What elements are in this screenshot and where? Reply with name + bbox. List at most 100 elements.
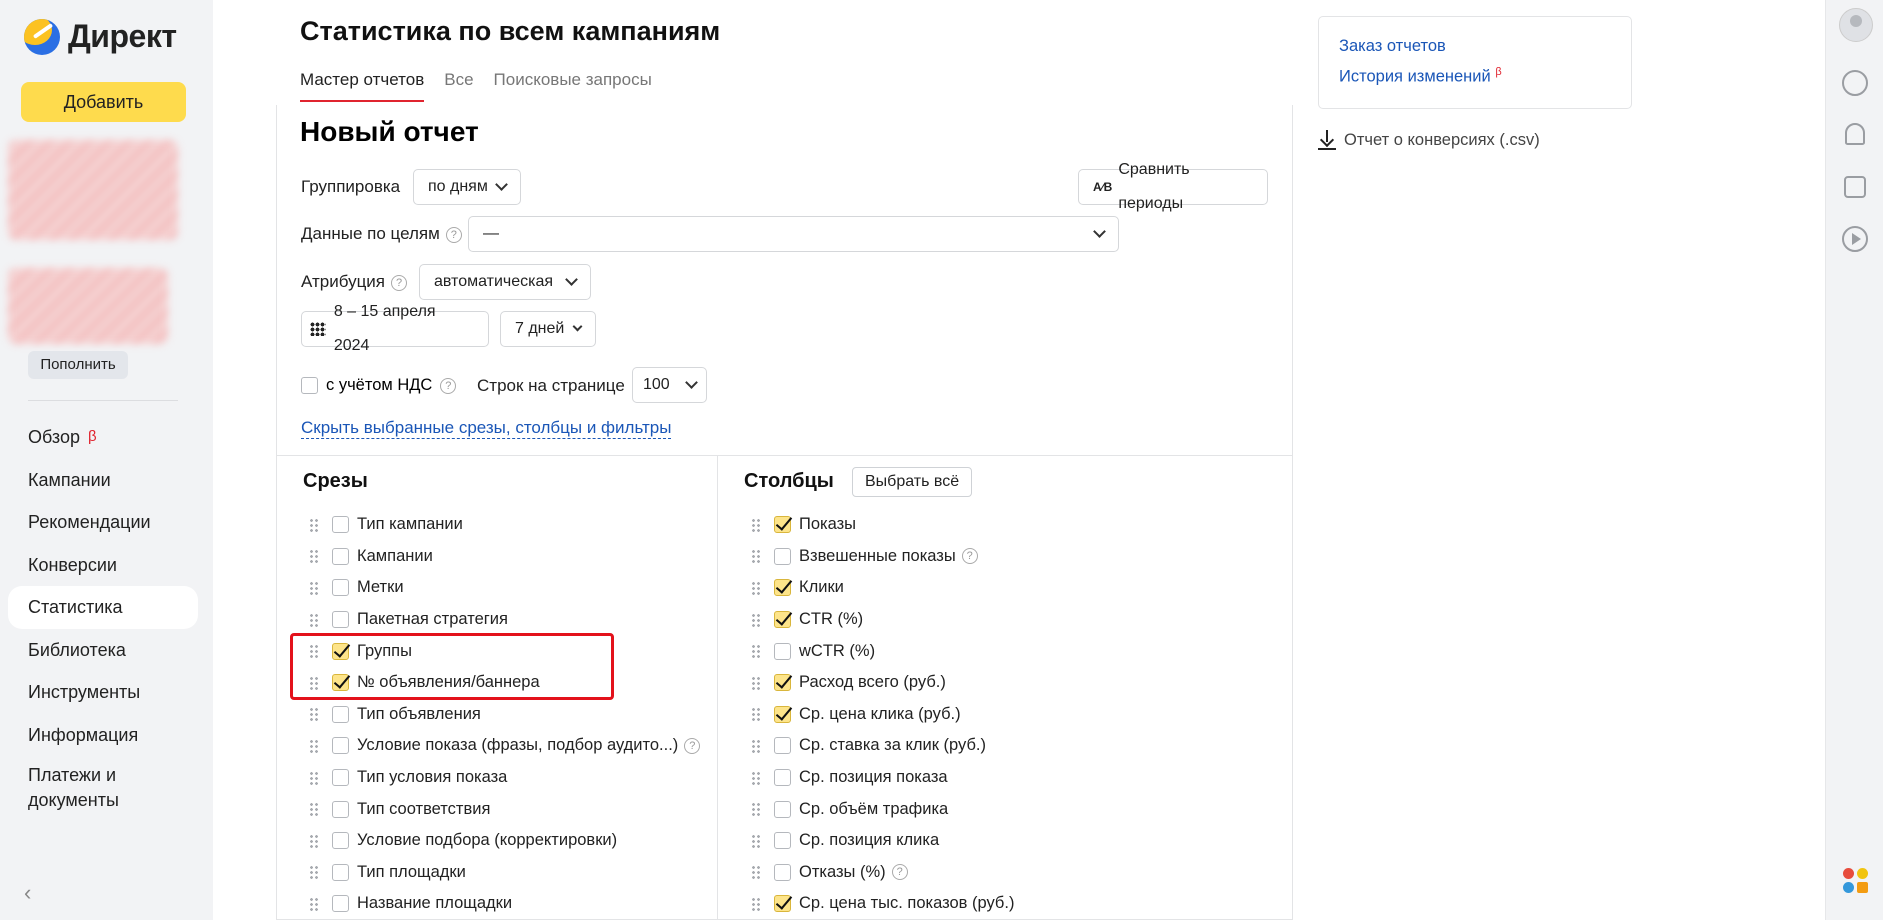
column-row[interactable]: Ср. цена тыс. показов (руб.) [751,888,1171,920]
drag-handle-icon[interactable] [309,517,318,532]
tab-report-wizard[interactable]: Мастер отчетов [300,70,425,102]
order-reports-link[interactable]: Заказ отчетов [1339,37,1611,56]
history-link[interactable]: История изменений β [1339,66,1611,87]
date-range-picker[interactable]: 8 – 15 апреля 2024 [301,303,489,354]
slice-checkbox[interactable] [332,547,349,565]
drag-handle-icon[interactable] [309,707,318,722]
drag-handle-icon[interactable] [309,738,318,753]
column-checkbox[interactable] [774,800,791,818]
column-row[interactable]: wCTR (%) [751,635,1171,667]
conversions-csv-link[interactable]: Отчет о конверсиях (.csv) [1318,130,1540,150]
drag-handle-icon[interactable] [751,802,760,817]
slice-row[interactable]: Тип соответствия [309,793,729,825]
slice-checkbox[interactable] [332,579,349,597]
sidebar-item-conversions[interactable]: Конверсии [8,544,198,587]
slice-checkbox[interactable] [332,832,349,850]
column-row[interactable]: Клики [751,572,1171,604]
collapse-sidebar-icon[interactable]: ‹ [24,880,31,906]
column-row[interactable]: Ср. ставка за клик (руб.) [751,730,1171,762]
drag-handle-icon[interactable] [751,865,760,880]
logo[interactable]: Директ [24,18,177,55]
drag-handle-icon[interactable] [751,675,760,690]
drag-handle-icon[interactable] [309,580,318,595]
slice-row[interactable]: Метки [309,572,729,604]
bell-icon[interactable] [1845,123,1865,145]
slice-checkbox[interactable] [332,769,349,787]
drag-handle-icon[interactable] [751,580,760,595]
drag-handle-icon[interactable] [309,802,318,817]
tab-search-queries[interactable]: Поисковые запросы [494,70,652,102]
add-button[interactable]: Добавить [21,82,186,122]
column-checkbox[interactable] [774,895,791,913]
column-checkbox[interactable] [774,674,791,692]
column-checkbox[interactable] [774,737,791,755]
column-checkbox[interactable] [774,642,791,660]
slice-row[interactable]: Кампании [309,541,729,573]
sidebar-item-library[interactable]: Библиотека [8,629,198,672]
drag-handle-icon[interactable] [309,865,318,880]
column-checkbox[interactable] [774,769,791,787]
help-icon[interactable]: ? [684,737,701,754]
help-icon[interactable]: ? [440,377,457,394]
period-select[interactable]: 7 дней [500,311,596,347]
help-icon[interactable]: ? [961,548,978,565]
sidebar-item-recommendations[interactable]: Рекомендации [8,501,198,544]
hide-selected-link[interactable]: Скрыть выбранные срезы, столбцы и фильтр… [301,418,672,439]
column-checkbox[interactable] [774,611,791,629]
slice-checkbox[interactable] [332,516,349,534]
column-row[interactable]: Расход всего (руб.) [751,667,1171,699]
column-row[interactable]: Отказы (%)? [751,857,1171,889]
drag-handle-icon[interactable] [309,549,318,564]
slice-checkbox[interactable] [332,705,349,723]
column-row[interactable]: Показы [751,509,1171,541]
slice-checkbox[interactable] [332,895,349,913]
slice-checkbox[interactable] [332,800,349,818]
drag-handle-icon[interactable] [309,833,318,848]
slice-row[interactable]: Пакетная стратегия [309,604,729,636]
drag-handle-icon[interactable] [751,738,760,753]
help-icon[interactable]: ? [445,226,462,243]
column-row[interactable]: Ср. позиция показа [751,762,1171,794]
column-row[interactable]: Взвешенные показы? [751,541,1171,573]
column-row[interactable]: Ср. объём трафика [751,793,1171,825]
slice-checkbox[interactable] [332,611,349,629]
slice-row[interactable]: Тип объявления [309,699,729,731]
slice-row[interactable]: Название площадки [309,888,729,920]
column-checkbox[interactable] [774,863,791,881]
like-icon[interactable] [1844,176,1866,198]
topup-button[interactable]: Пополнить [28,351,128,379]
drag-handle-icon[interactable] [751,644,760,659]
select-all-button[interactable]: Выбрать всё [852,467,973,497]
column-checkbox[interactable] [774,547,791,565]
column-checkbox[interactable] [774,516,791,534]
drag-handle-icon[interactable] [309,770,318,785]
sidebar-item-statistics[interactable]: Статистика [8,586,198,629]
tab-all[interactable]: Все [444,70,473,102]
column-checkbox[interactable] [774,832,791,850]
drag-handle-icon[interactable] [751,612,760,627]
column-row[interactable]: Ср. позиция клика [751,825,1171,857]
drag-handle-icon[interactable] [751,517,760,532]
column-row[interactable]: Ср. цена клика (руб.) [751,699,1171,731]
column-row[interactable]: CTR (%) [751,604,1171,636]
help-icon[interactable]: ? [891,864,908,881]
slice-checkbox[interactable] [332,737,349,755]
drag-handle-icon[interactable] [751,896,760,911]
slice-row[interactable]: Тип площадки [309,857,729,889]
vat-checkbox[interactable] [301,377,318,394]
avatar[interactable] [1839,8,1873,42]
compare-periods-button[interactable]: A⁄B Сравнить периоды [1078,161,1268,212]
slice-row[interactable]: Тип кампании [309,509,729,541]
sidebar-item-campaigns[interactable]: Кампании [8,459,198,502]
slice-row[interactable]: Условие подбора (корректировки) [309,825,729,857]
sidebar-item-information[interactable]: Информация [8,714,198,757]
slice-checkbox[interactable] [332,863,349,881]
drag-handle-icon[interactable] [309,896,318,911]
help-icon[interactable]: ? [391,274,408,291]
sidebar-item-tools[interactable]: Инструменты [8,671,198,714]
vat-checkbox-row[interactable]: с учётом НДС? [301,376,457,395]
column-checkbox[interactable] [774,579,791,597]
slice-row[interactable]: Тип условия показа [309,762,729,794]
sidebar-item-payments[interactable]: Платежи и документы [8,756,198,818]
drag-handle-icon[interactable] [751,833,760,848]
